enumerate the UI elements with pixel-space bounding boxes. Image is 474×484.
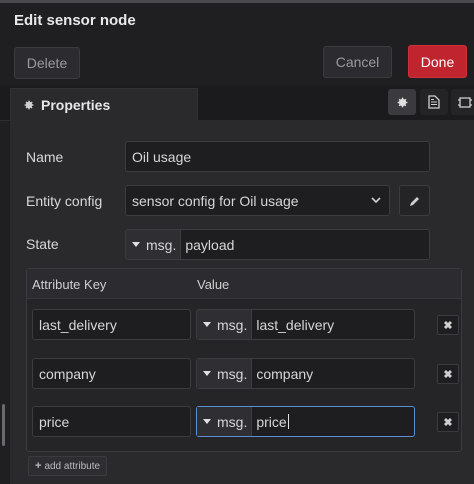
attribute-key-value: company bbox=[39, 365, 96, 382]
remove-attribute-button[interactable]: ✖ bbox=[437, 412, 459, 432]
close-icon: ✖ bbox=[443, 319, 453, 332]
edit-config-button[interactable] bbox=[399, 185, 430, 216]
tab-appearance[interactable] bbox=[451, 89, 474, 115]
entity-config-select[interactable]: sensor config for Oil usage bbox=[125, 185, 390, 216]
attribute-type-label: msg. bbox=[217, 316, 248, 333]
appearance-icon bbox=[458, 96, 472, 108]
attribute-key-value: last_delivery bbox=[39, 316, 117, 333]
attribute-value-text: company bbox=[256, 365, 314, 382]
delete-button[interactable]: Delete bbox=[14, 47, 80, 79]
attribute-type-label: msg. bbox=[217, 413, 248, 430]
close-icon: ✖ bbox=[443, 368, 453, 381]
attribute-key-header: Attribute Key bbox=[32, 277, 107, 292]
tab-properties-label: Properties bbox=[41, 96, 111, 113]
tab-description[interactable] bbox=[420, 89, 448, 115]
gear-icon bbox=[397, 97, 407, 107]
name-value: Oil usage bbox=[132, 148, 192, 165]
state-value: payload bbox=[185, 236, 235, 253]
tab-properties-icon[interactable] bbox=[388, 89, 416, 115]
attribute-type-select[interactable]: msg. bbox=[197, 407, 253, 436]
remove-attribute-button[interactable]: ✖ bbox=[437, 364, 459, 384]
chevron-down-icon bbox=[371, 197, 381, 204]
add-attribute-button[interactable]: + add attribute bbox=[28, 456, 108, 476]
attribute-type-select[interactable]: msg. bbox=[197, 310, 253, 339]
pencil-icon bbox=[409, 196, 419, 206]
resize-handle[interactable] bbox=[2, 404, 5, 446]
attribute-type-select[interactable]: msg. bbox=[197, 359, 253, 388]
attribute-type-label: msg. bbox=[217, 365, 248, 382]
done-button[interactable]: Done bbox=[408, 45, 467, 78]
entity-config-label: Entity config bbox=[26, 193, 103, 209]
attribute-key-input[interactable]: price bbox=[32, 406, 191, 437]
dialog-title: Edit sensor node bbox=[14, 12, 136, 29]
state-type-label: msg. bbox=[146, 236, 177, 253]
top-border bbox=[0, 0, 474, 3]
caret-down-icon bbox=[132, 242, 140, 247]
tab-properties[interactable]: Properties bbox=[10, 88, 198, 120]
close-icon: ✖ bbox=[443, 416, 453, 429]
state-label: State bbox=[26, 236, 59, 252]
entity-config-value: sensor config for Oil usage bbox=[132, 192, 299, 209]
attribute-value-input[interactable]: msg. price bbox=[196, 406, 415, 437]
attribute-value-text: price bbox=[256, 413, 287, 430]
text-cursor bbox=[287, 414, 289, 429]
attribute-value-input[interactable]: msg. company bbox=[196, 358, 415, 389]
description-icon bbox=[428, 95, 440, 109]
state-type-select[interactable]: msg. bbox=[126, 230, 182, 259]
caret-down-icon bbox=[203, 322, 211, 327]
attribute-value-input[interactable]: msg. last_delivery bbox=[196, 309, 415, 340]
attribute-value-header: Value bbox=[197, 277, 230, 292]
name-label: Name bbox=[26, 149, 64, 165]
state-typed-input[interactable]: msg. payload bbox=[125, 229, 430, 260]
name-input[interactable]: Oil usage bbox=[125, 141, 430, 172]
attribute-key-value: price bbox=[39, 413, 70, 430]
plus-icon: + bbox=[35, 460, 42, 472]
caret-down-icon bbox=[203, 371, 211, 376]
attribute-key-input[interactable]: company bbox=[32, 358, 191, 389]
add-attribute-label: add attribute bbox=[44, 460, 101, 472]
gear-icon bbox=[24, 100, 34, 109]
attribute-value-text: last_delivery bbox=[256, 316, 335, 333]
remove-attribute-button[interactable]: ✖ bbox=[437, 315, 459, 335]
attribute-key-input[interactable]: last_delivery bbox=[32, 309, 191, 340]
cancel-button[interactable]: Cancel bbox=[323, 46, 392, 78]
caret-down-icon bbox=[203, 419, 211, 424]
